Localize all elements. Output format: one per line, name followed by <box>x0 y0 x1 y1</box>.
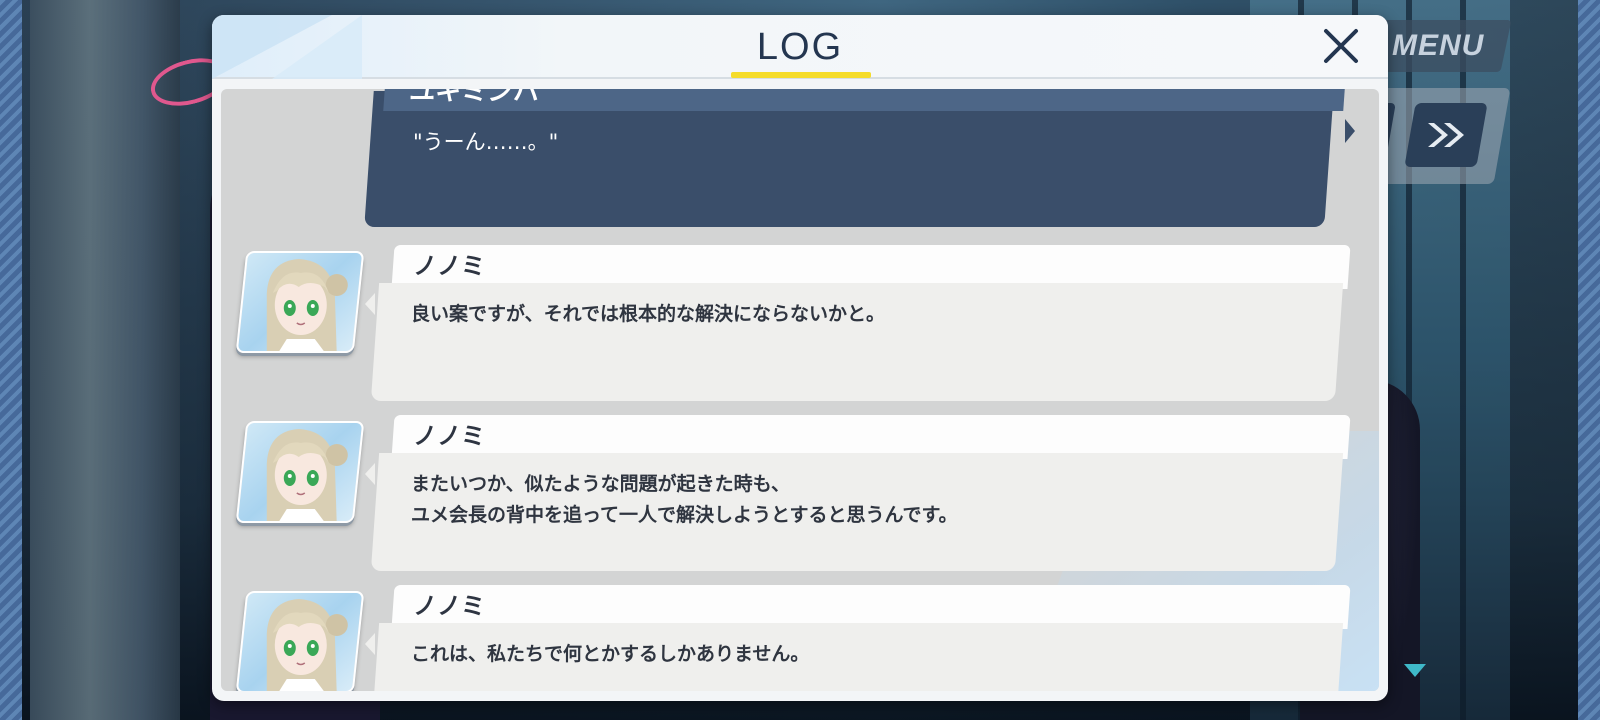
speaker-name: ユキミンバ <box>409 89 540 107</box>
log-dialog: LOG ユキミンバ "うーん……。" ノノミ 良い案ですが、それでは根本的な解決… <box>212 15 1388 701</box>
log-title: LOG <box>756 26 844 68</box>
dialogue-bubble: ノノミ またいつか、似たような問題が起きた時も、 ユメ会長の背中を追って一人で解… <box>365 415 1351 573</box>
player-bubble <box>364 91 1334 227</box>
bubble-notch <box>365 293 375 315</box>
close-button[interactable] <box>1320 25 1362 67</box>
background-pillar <box>30 0 180 720</box>
left-border-stripe <box>0 0 22 720</box>
dialogue-bubble: ノノミ 良い案ですが、それでは根本的な解決にならないかと。 <box>365 245 1351 403</box>
log-entry-player: ユキミンバ "うーん……。" <box>221 89 1379 239</box>
character-avatar <box>235 591 365 691</box>
right-border-stripe <box>1578 0 1600 720</box>
bubble-notch <box>365 633 375 655</box>
dialogue-bubble: ノノミ これは、私たちで何とかするしかありません。 <box>365 585 1351 691</box>
bubble-notch <box>365 463 375 485</box>
speaker-name: ノノミ <box>413 422 485 450</box>
fast-forward-icon <box>1428 123 1464 147</box>
bubble-notch <box>1345 119 1355 143</box>
dialogue-text: これは、私たちで何とかするしかありません。 <box>411 643 810 665</box>
log-header: LOG <box>212 15 1388 79</box>
character-avatar <box>235 421 365 523</box>
next-arrow-icon[interactable] <box>1404 664 1426 677</box>
log-entry: ノノミ またいつか、似たような問題が起きた時も、 ユメ会長の背中を追って一人で解… <box>221 415 1379 585</box>
log-entry: ノノミ これは、私たちで何とかするしかありません。 <box>221 585 1379 691</box>
log-entry: ノノミ 良い案ですが、それでは根本的な解決にならないかと。 <box>221 245 1379 415</box>
skip-button[interactable] <box>1404 103 1488 167</box>
log-list[interactable]: ユキミンバ "うーん……。" ノノミ 良い案ですが、それでは根本的な解決にならな… <box>221 89 1379 691</box>
dialogue-text: 良い案ですが、それでは根本的な解決にならないかと。 <box>411 303 886 325</box>
menu-button-label: MENU <box>1392 29 1485 62</box>
dialogue-text: またいつか、似たような問題が起きた時も、 ユメ会長の背中を追って一人で解決しよう… <box>411 473 958 526</box>
close-icon <box>1324 29 1358 63</box>
character-avatar <box>235 251 365 353</box>
speaker-name: ノノミ <box>413 592 485 620</box>
dialogue-text: "うーん……。" <box>413 130 559 154</box>
title-underline <box>731 72 871 78</box>
speaker-name: ノノミ <box>413 252 485 280</box>
